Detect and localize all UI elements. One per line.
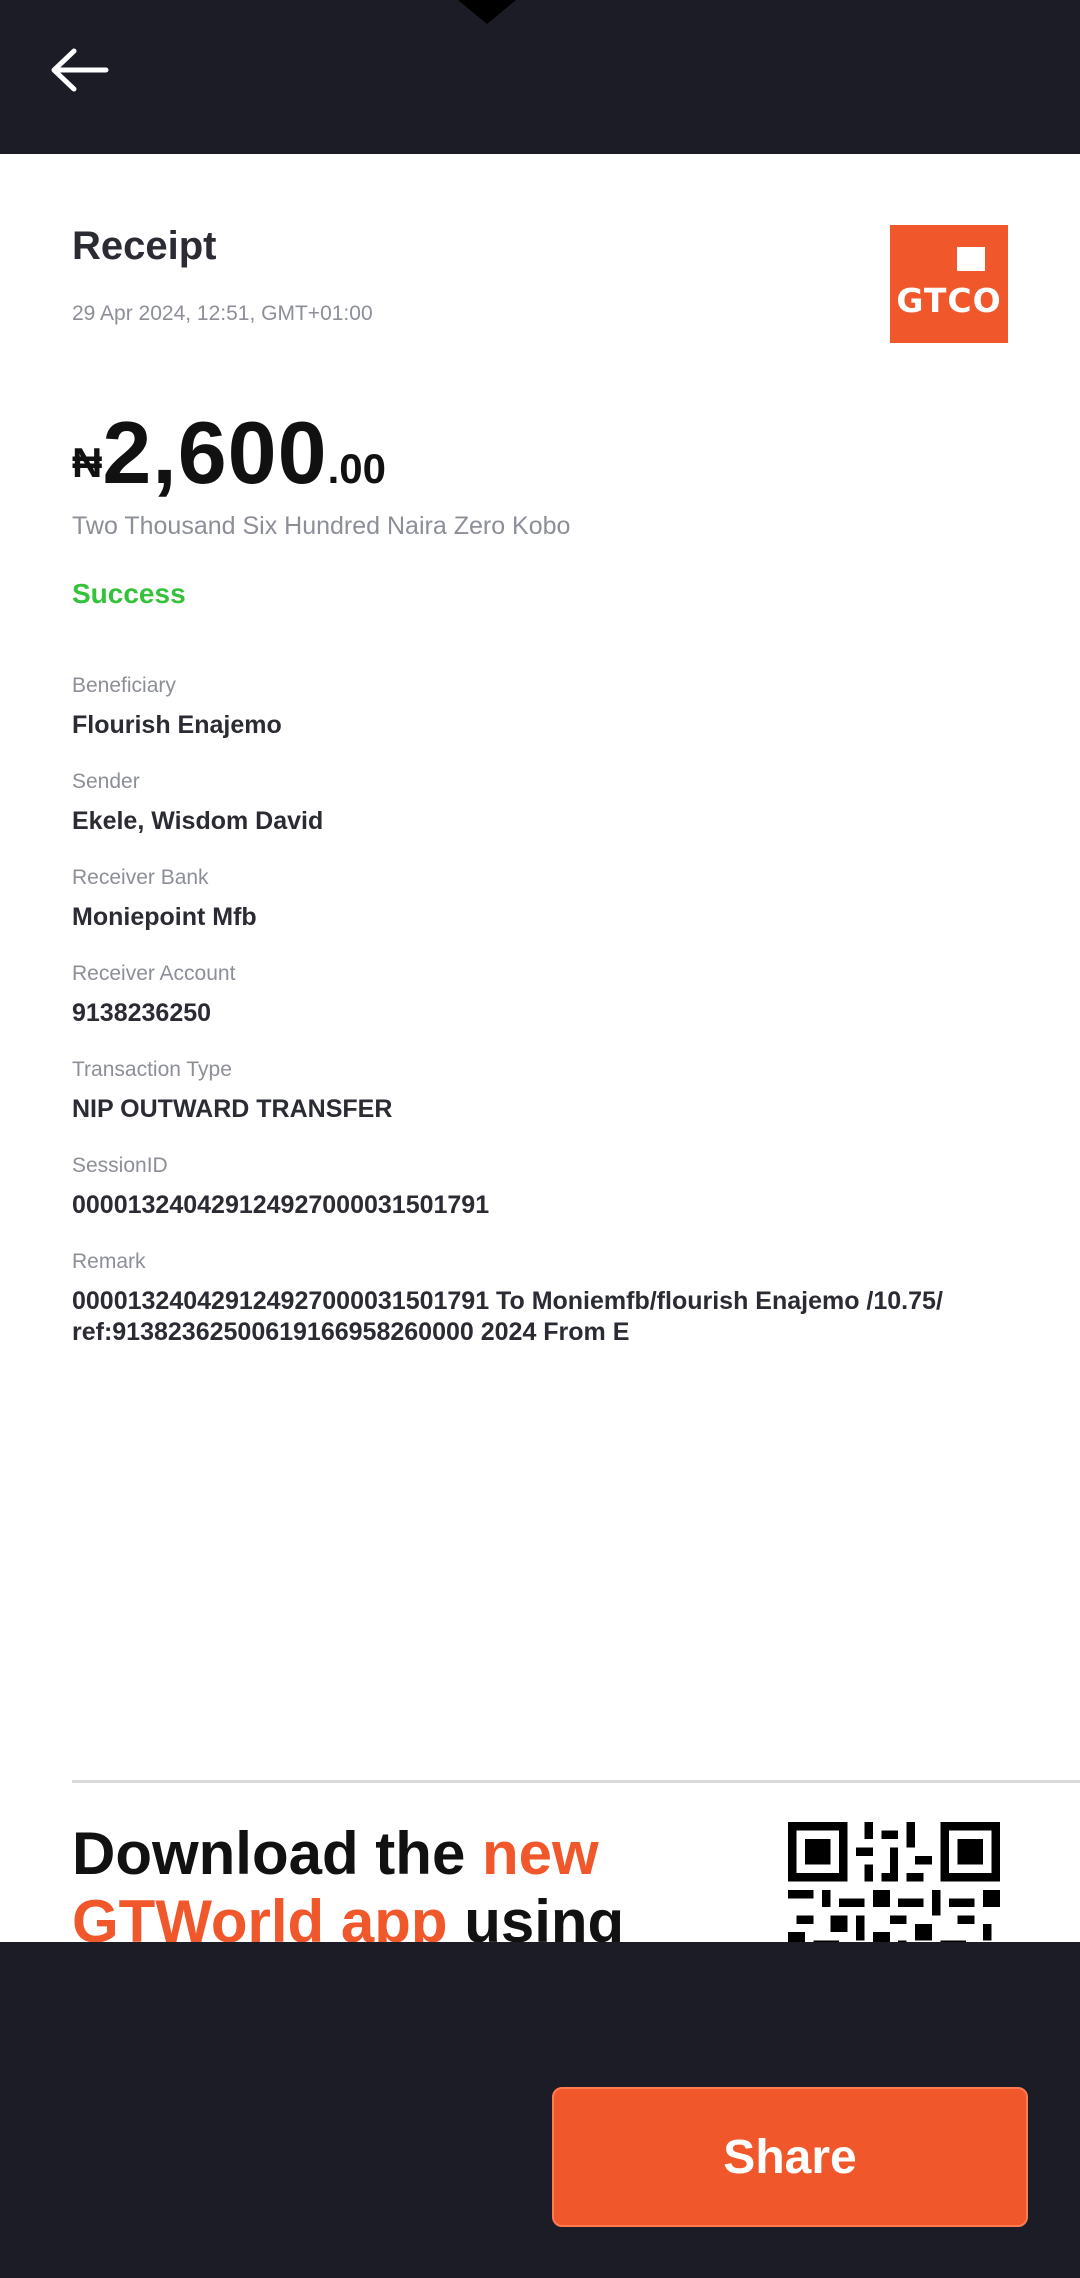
field-label: Beneficiary — [72, 674, 176, 697]
field-label: Transaction Type — [72, 1058, 232, 1081]
field-label: Receiver Bank — [72, 866, 209, 889]
field-remark: Remark 000013240429124927000031501791 To… — [72, 1250, 1032, 1348]
field-value: Ekele, Wisdom David — [72, 807, 324, 835]
amount-whole: 2,600 — [102, 403, 328, 502]
field-beneficiary: Beneficiary Flourish Enajemo — [72, 674, 1032, 741]
notch-indicator — [458, 0, 516, 24]
field-value: NIP OUTWARD TRANSFER — [72, 1095, 393, 1123]
download-app-promo: Download the new GTWorld app using — [72, 1820, 692, 1942]
field-receiver-bank: Receiver Bank Moniepoint Mfb — [72, 866, 1032, 933]
field-value: Moniepoint Mfb — [72, 903, 257, 931]
share-button[interactable]: Share — [552, 2087, 1028, 2227]
top-app-bar — [0, 0, 1080, 154]
promo-text-end: using — [447, 1888, 625, 1942]
field-sender: Sender Ekele, Wisdom David — [72, 770, 1032, 837]
currency-symbol: ₦ — [72, 439, 103, 486]
divider — [72, 1780, 1080, 1783]
amount: ₦2,600.00 — [72, 402, 386, 504]
field-receiver-account: Receiver Account 9138236250 — [72, 962, 1032, 1029]
promo-text: Download the — [72, 1820, 482, 1887]
logo-text: GTCO — [896, 281, 1002, 320]
gtco-logo: GTCO — [890, 225, 1008, 343]
transaction-datetime: 29 Apr 2024, 12:51, GMT+01:00 — [72, 302, 373, 325]
amount-decimal: .00 — [327, 445, 386, 492]
page-title: Receipt — [72, 224, 217, 268]
field-value: 000013240429124927000031501791 To Moniem… — [72, 1287, 943, 1346]
field-label: Sender — [72, 770, 140, 793]
field-value: Flourish Enajemo — [72, 711, 282, 739]
field-transaction-type: Transaction Type NIP OUTWARD TRANSFER — [72, 1058, 1032, 1125]
status-badge: Success — [72, 578, 186, 609]
field-session-id: SessionID 000013240429124927000031501791 — [72, 1154, 1032, 1221]
field-value: 000013240429124927000031501791 — [72, 1191, 490, 1219]
field-value: 9138236250 — [72, 999, 212, 1027]
logo-square — [957, 247, 985, 271]
back-button[interactable] — [46, 46, 116, 94]
field-label: Receiver Account — [72, 962, 236, 985]
qr-code — [788, 1822, 1000, 1942]
field-label: SessionID — [72, 1154, 168, 1177]
receipt-card: Receipt 29 Apr 2024, 12:51, GMT+01:00 GT… — [0, 154, 1080, 1942]
amount-in-words: Two Thousand Six Hundred Naira Zero Kobo — [72, 512, 571, 540]
field-label: Remark — [72, 1250, 146, 1273]
arrow-left-icon — [51, 48, 109, 92]
